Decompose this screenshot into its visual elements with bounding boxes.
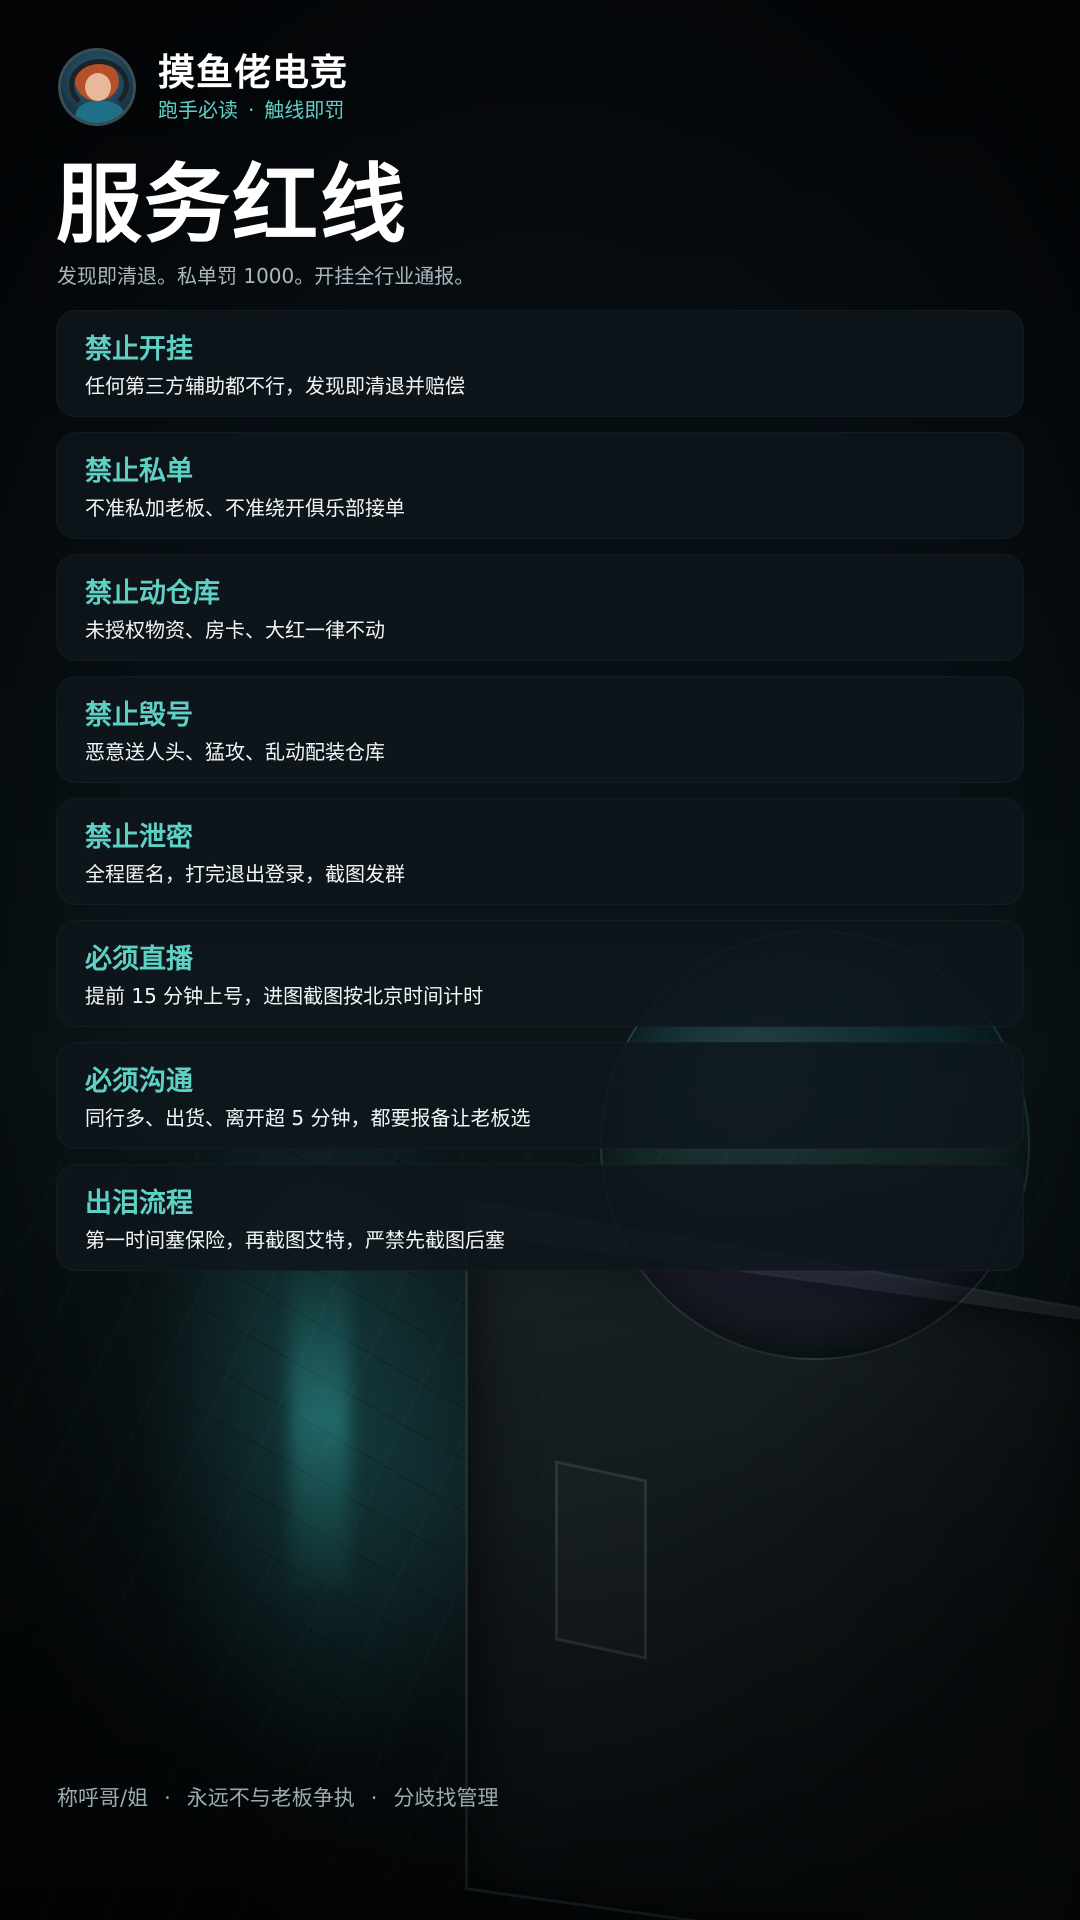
rule-title: 禁止毁号 (85, 700, 193, 731)
rule-title: 禁止开挂 (85, 334, 193, 365)
page-subtitle: 发现即清退。私单罚 1000。开挂全行业通报。 (57, 264, 475, 288)
rule-card: 禁止私单 不准私加老板、不准绕开俱乐部接单 (56, 432, 1024, 539)
footer-separator: · (164, 1786, 171, 1810)
rules-list: 禁止开挂 任何第三方辅助都不行，发现即清退并赔偿 禁止私单 不准私加老板、不准绕… (56, 310, 1024, 1286)
rule-title: 禁止私单 (85, 456, 193, 487)
rule-title: 禁止泄密 (85, 822, 193, 853)
brand-tagline: 跑手必读 · 触线即罚 (158, 97, 348, 123)
brand-name: 摸鱼佬电竞 (158, 51, 348, 94)
avatar (58, 48, 136, 126)
rule-description: 不准私加老板、不准绕开俱乐部接单 (85, 496, 405, 520)
rule-description: 全程匿名，打完退出登录，截图发群 (85, 862, 405, 886)
rule-title: 必须直播 (85, 944, 193, 975)
rule-description: 同行多、出货、离开超 5 分钟，都要报备让老板选 (85, 1106, 531, 1130)
rule-card: 禁止动仓库 未授权物资、房卡、大红一律不动 (56, 554, 1024, 661)
rule-card: 出泪流程 第一时间塞保险，再截图艾特，严禁先截图后塞 (56, 1164, 1024, 1271)
headset-icon (69, 59, 129, 111)
tagline-right: 触线即罚 (264, 98, 345, 122)
header: 摸鱼佬电竞 跑手必读 · 触线即罚 (58, 48, 348, 126)
rule-description: 未授权物资、房卡、大红一律不动 (85, 618, 385, 642)
rule-title: 出泪流程 (85, 1188, 193, 1219)
rule-title: 禁止动仓库 (85, 578, 220, 609)
rule-card: 必须沟通 同行多、出货、离开超 5 分钟，都要报备让老板选 (56, 1042, 1024, 1149)
footer-item: 分歧找管理 (393, 1786, 499, 1810)
rule-description: 任何第三方辅助都不行，发现即清退并赔偿 (85, 374, 465, 398)
rule-description: 提前 15 分钟上号，进图截图按北京时间计时 (85, 984, 484, 1008)
footer-item: 称呼哥/姐 (57, 1786, 149, 1810)
page-title: 服务红线 (56, 155, 408, 255)
tagline-left: 跑手必读 (158, 98, 238, 122)
rule-card: 禁止毁号 恶意送人头、猛攻、乱动配装仓库 (56, 676, 1024, 783)
brand-block: 摸鱼佬电竞 跑手必读 · 触线即罚 (158, 51, 348, 123)
footer-separator: · (370, 1786, 378, 1810)
footer-item: 永远不与老板争执 (186, 1786, 355, 1810)
tagline-separator: · (248, 98, 255, 122)
rule-title: 必须沟通 (85, 1066, 193, 1097)
rule-card: 必须直播 提前 15 分钟上号，进图截图按北京时间计时 (56, 920, 1024, 1027)
footer-note: 称呼哥/姐 · 永远不与老板争执 · 分歧找管理 (57, 1783, 498, 1813)
rule-card: 禁止泄密 全程匿名，打完退出登录，截图发群 (56, 798, 1024, 905)
rule-description: 第一时间塞保险，再截图艾特，严禁先截图后塞 (85, 1228, 505, 1252)
rule-card: 禁止开挂 任何第三方辅助都不行，发现即清退并赔偿 (56, 310, 1024, 417)
rule-description: 恶意送人头、猛攻、乱动配装仓库 (85, 740, 385, 764)
